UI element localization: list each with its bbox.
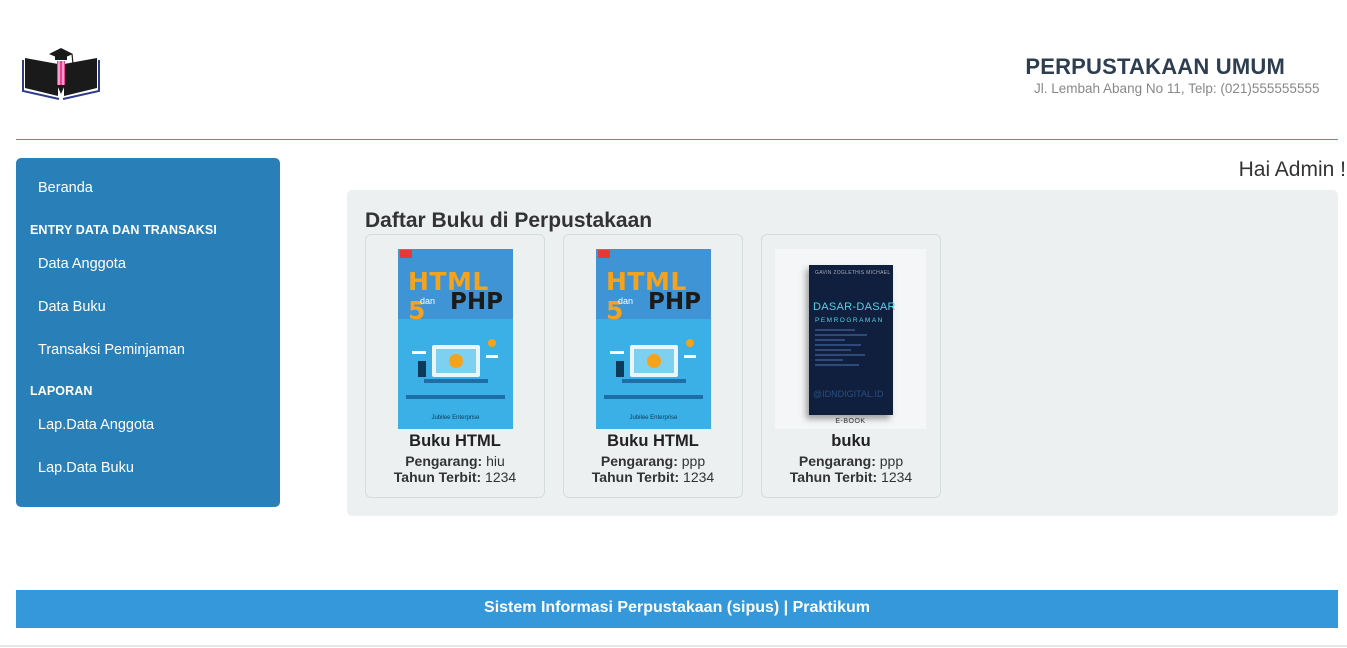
laptop-illustration-icon <box>412 339 498 383</box>
bottom-divider <box>0 645 1347 647</box>
user-greeting: Hai Admin ! <box>1238 158 1346 181</box>
book-card[interactable]: HTML 5 dan PHP Jubilee Enterprise Buku H… <box>563 234 743 498</box>
book-author-line: Pengarang: ppp <box>600 453 706 469</box>
sidebar-item-data-buku[interactable]: Data Buku <box>38 299 106 315</box>
footer-bar: Sistem Informasi Perpustakaan (sipus) | … <box>16 590 1338 628</box>
sidebar-item-transaksi-peminjaman[interactable]: Transaksi Peminjaman <box>38 342 185 358</box>
site-title: PERPUSTAKAAN UMUM <box>1025 54 1285 79</box>
book-card[interactable]: GAVIN ZOGLETHIS MICHAEL DASAR-DASAR PEMR… <box>761 234 941 498</box>
sidebar-section-entry: ENTRY DATA DAN TRANSAKSI <box>30 223 217 237</box>
book-year: 1234 <box>683 469 715 485</box>
book-author: ppp <box>879 453 904 469</box>
sidebar-item-lap-data-anggota[interactable]: Lap.Data Anggota <box>38 417 154 433</box>
sidebar-item-lap-data-buku[interactable]: Lap.Data Buku <box>38 460 134 476</box>
library-logo-icon[interactable] <box>22 44 100 100</box>
book-author-line: Pengarang: ppp <box>798 453 904 469</box>
sidebar-item-beranda[interactable]: Beranda <box>38 180 93 196</box>
book-year-line: Tahun Terbit: 1234 <box>789 469 913 485</box>
page: PERPUSTAKAAN UMUM Jl. Lembah Abang No 11… <box>0 0 1347 648</box>
code-lines-decoration <box>815 329 871 369</box>
site-address: Jl. Lembah Abang No 11, Telp: (021)55555… <box>1034 81 1320 96</box>
book-year: 1234 <box>485 469 517 485</box>
book-author: ppp <box>681 453 706 469</box>
book-card[interactable]: HTML 5 dan PHP Jubilee Enterprise Buku H… <box>365 234 545 498</box>
book-title: buku <box>831 432 871 450</box>
sidebar: Beranda ENTRY DATA DAN TRANSAKSI Data An… <box>16 158 280 507</box>
book-author: hiu <box>486 453 505 469</box>
header-divider <box>16 139 1338 140</box>
publisher-logo-icon <box>400 250 412 258</box>
publisher-logo-icon <box>598 250 610 258</box>
book-title: Buku HTML <box>409 432 501 450</box>
book-year-line: Tahun Terbit: 1234 <box>393 469 517 485</box>
book-cover-image: GAVIN ZOGLETHIS MICHAEL DASAR-DASAR PEMR… <box>775 249 926 429</box>
book-cover-image: HTML 5 dan PHP Jubilee Enterprise <box>398 249 513 429</box>
panel-title: Daftar Buku di Perpustakaan <box>365 209 653 232</box>
book-author-line: Pengarang: hiu <box>405 453 505 469</box>
book-cover-image: HTML 5 dan PHP Jubilee Enterprise <box>596 249 711 429</box>
book-list-panel: Daftar Buku di Perpustakaan HTML 5 dan P… <box>347 190 1338 516</box>
sidebar-section-laporan: LAPORAN <box>30 384 93 398</box>
sidebar-item-data-anggota[interactable]: Data Anggota <box>38 256 126 272</box>
book-year-line: Tahun Terbit: 1234 <box>591 469 715 485</box>
book-title: Buku HTML <box>607 432 699 450</box>
laptop-illustration-icon <box>610 339 696 383</box>
book-year: 1234 <box>881 469 913 485</box>
